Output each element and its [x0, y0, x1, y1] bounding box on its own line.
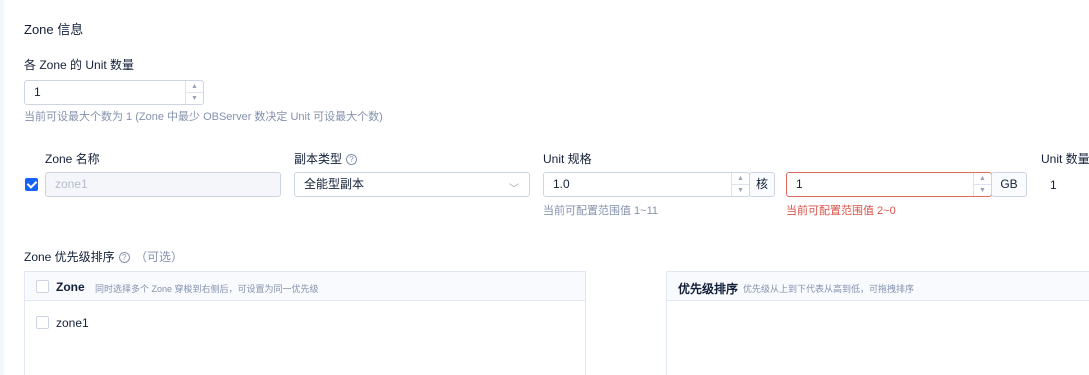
zone1-checkbox[interactable]: [36, 316, 49, 329]
memory-unit-addon: GB: [991, 172, 1027, 197]
list-item-label: zone1: [56, 316, 89, 330]
cpu-value: 1.0: [553, 177, 570, 191]
header-replica-type: 副本类型?: [294, 150, 358, 167]
memory-input[interactable]: 1 ▲ ▼: [786, 172, 992, 197]
chevron-up-icon[interactable]: ▲: [732, 173, 749, 184]
left-panel-header: Zone 同时选择多个 Zone 穿梭到右侧后，可设置为同一优先级: [25, 272, 585, 301]
cpu-stepper[interactable]: ▲ ▼: [731, 173, 749, 196]
replica-type-select[interactable]: 全能型副本 ﹀: [294, 172, 530, 197]
left-panel-title: Zone: [56, 280, 85, 294]
zone-name-input[interactable]: zone1: [45, 172, 281, 197]
cpu-unit-addon: 核: [749, 172, 775, 197]
select-all-checkbox[interactable]: [36, 280, 49, 293]
priority-label: Zone 优先级排序? （可选）: [24, 250, 184, 264]
page-edge: [0, 0, 4, 375]
unit-count-input[interactable]: 1 ▲ ▼: [24, 80, 204, 105]
unit-count-label: 各 Zone 的 Unit 数量: [24, 58, 135, 72]
cpu-range-hint: 当前可配置范围值 1~11: [543, 205, 659, 217]
cpu-input[interactable]: 1.0 ▲ ▼: [543, 172, 750, 197]
left-panel-desc: 同时选择多个 Zone 穿梭到右侧后，可设置为同一优先级: [95, 284, 319, 294]
memory-range-hint: 当前可配置范围值 2~0: [786, 205, 896, 217]
question-circle-icon[interactable]: ?: [118, 252, 130, 264]
priority-optional: （可选）: [135, 250, 184, 264]
section-title: Zone 信息: [24, 22, 84, 37]
header-zone-name: Zone 名称: [45, 152, 100, 166]
chevron-down-icon[interactable]: ▼: [186, 92, 203, 104]
chevron-down-icon[interactable]: ▼: [974, 184, 991, 196]
header-unit-count: Unit 数量: [1041, 152, 1089, 166]
unit-count-value: 1: [34, 85, 41, 99]
list-item[interactable]: zone1: [25, 301, 585, 341]
header-unit-spec: Unit 规格: [543, 152, 592, 166]
right-panel-header: 优先级排序 优先级从上到下代表从高到低，可拖拽排序: [667, 272, 1089, 301]
chevron-down-icon[interactable]: ▼: [732, 184, 749, 196]
right-panel-desc: 优先级从上到下代表从高到低，可拖拽排序: [743, 284, 915, 294]
unit-count-stepper[interactable]: ▲ ▼: [185, 81, 203, 104]
zone-transfer-right-panel: 优先级排序 优先级从上到下代表从高到低，可拖拽排序: [666, 271, 1089, 375]
unit-count-cell: 1: [1050, 178, 1057, 192]
zone-row-checkbox[interactable]: [25, 178, 38, 191]
right-panel-title: 优先级排序: [678, 282, 739, 296]
zone-transfer-left-panel: Zone 同时选择多个 Zone 穿梭到右侧后，可设置为同一优先级 zone1: [24, 271, 586, 375]
replica-type-value: 全能型副本: [304, 177, 365, 191]
question-circle-icon[interactable]: ?: [346, 154, 358, 166]
chevron-up-icon[interactable]: ▲: [974, 173, 991, 184]
chevron-down-icon: ﹀: [509, 184, 519, 195]
memory-stepper[interactable]: ▲ ▼: [973, 173, 991, 196]
unit-count-hint: 当前可设最大个数为 1 (Zone 中最少 OBServer 数决定 Unit …: [24, 111, 383, 123]
memory-value: 1: [796, 177, 803, 191]
chevron-up-icon[interactable]: ▲: [186, 81, 203, 92]
